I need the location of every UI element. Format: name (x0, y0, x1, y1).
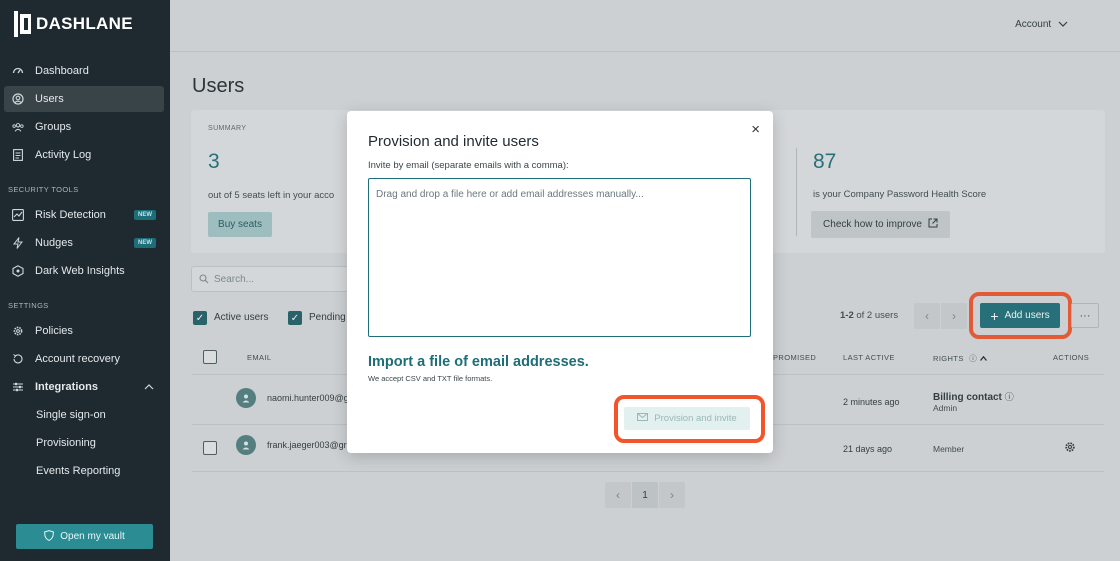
sidebar-item-single-sign-on[interactable]: Single sign-on (4, 402, 164, 428)
brand-name: DASHLANE (36, 14, 133, 33)
sidebar-item-label: Integrations (35, 381, 98, 393)
chevron-up-icon[interactable] (144, 382, 154, 393)
sidebar-item-label: Events Reporting (36, 465, 121, 477)
sidebar-item-label: Nudges (35, 237, 73, 249)
sidebar-item-risk-detection[interactable]: Risk Detection NEW (4, 202, 164, 228)
email-addresses-input[interactable] (368, 178, 751, 337)
import-format-note: We accept CSV and TXT file formats. (368, 374, 493, 383)
sidebar-item-label: Users (35, 93, 64, 105)
gear-icon (12, 325, 24, 337)
dark-web-icon (12, 265, 24, 277)
close-icon[interactable]: × (751, 121, 760, 138)
sidebar-item-activity-log[interactable]: Activity Log (4, 142, 164, 168)
sidebar-item-provisioning[interactable]: Provisioning (4, 430, 164, 456)
import-file-link[interactable]: Import a file of email addresses. (368, 354, 589, 370)
sidebar-item-label: Dashboard (35, 65, 89, 77)
account-recovery-icon (12, 353, 24, 365)
sidebar-item-label: Groups (35, 121, 72, 133)
section-label-settings: SETTINGS (8, 301, 49, 310)
invite-instruction: Invite by email (separate emails with a … (368, 160, 569, 171)
sidebar-item-label: Dark Web Insights (35, 265, 125, 277)
sidebar-item-label: Policies (35, 325, 73, 337)
sidebar-item-dark-web-insights[interactable]: Dark Web Insights (4, 258, 164, 284)
sidebar-item-label: Account recovery (35, 353, 120, 365)
risk-detection-icon (12, 209, 24, 221)
sidebar-item-label: Risk Detection (35, 209, 106, 221)
dashlane-logo-icon (14, 11, 32, 37)
sidebar-item-label: Single sign-on (36, 409, 106, 421)
sidebar-item-label: Activity Log (35, 149, 92, 161)
section-label-security-tools: SECURITY TOOLS (8, 185, 79, 194)
groups-icon (12, 121, 24, 133)
users-icon (12, 93, 24, 105)
open-vault-label: Open my vault (60, 531, 125, 542)
modal-title: Provision and invite users (368, 133, 539, 150)
sidebar-item-integrations[interactable]: Integrations (4, 374, 164, 400)
sidebar-item-users[interactable]: Users (4, 86, 164, 112)
new-badge: NEW (134, 210, 156, 220)
sidebar-item-policies[interactable]: Policies (4, 318, 164, 344)
provision-button-highlight (614, 395, 765, 443)
sidebar-item-groups[interactable]: Groups (4, 114, 164, 140)
sidebar-item-nudges[interactable]: Nudges NEW (4, 230, 164, 256)
sidebar-item-events-reporting[interactable]: Events Reporting (4, 458, 164, 484)
sidebar-item-account-recovery[interactable]: Account recovery (4, 346, 164, 372)
sliders-icon (12, 381, 24, 393)
shield-icon (44, 529, 55, 544)
dashlane-logo[interactable]: DASHLANE (14, 11, 133, 37)
new-badge: NEW (134, 238, 156, 248)
activity-log-icon (12, 149, 24, 161)
sidebar: DASHLANE Dashboard Users Groups Activity… (0, 0, 170, 561)
sidebar-item-dashboard[interactable]: Dashboard (4, 58, 164, 84)
lightning-icon (12, 237, 24, 249)
dashboard-icon (12, 65, 24, 77)
sidebar-item-label: Provisioning (36, 437, 96, 449)
open-vault-button[interactable]: Open my vault (16, 524, 153, 549)
